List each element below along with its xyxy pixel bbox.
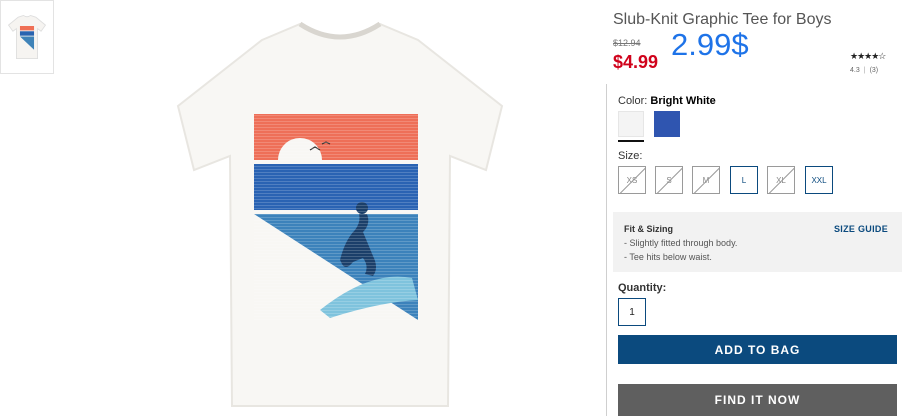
- fit-detail-line: - Slightly fitted through body.: [624, 238, 738, 248]
- selected-color-name: Bright White: [650, 95, 716, 107]
- color-label: Color: Bright White: [618, 95, 716, 107]
- sale-price: $4.99: [613, 52, 659, 72]
- fit-sizing-title: Fit & Sizing: [624, 224, 673, 234]
- selected-swatch-indicator: [618, 140, 644, 142]
- product-main-image: [176, 21, 504, 407]
- add-to-bag-button[interactable]: ADD TO BAG: [618, 335, 897, 364]
- size-option-m[interactable]: M: [692, 166, 720, 194]
- panel-divider: [606, 84, 607, 416]
- quantity-label: Quantity:: [618, 282, 667, 294]
- color-swatch-bright-white[interactable]: [618, 111, 644, 137]
- size-guide-link[interactable]: SIZE GUIDE: [834, 224, 888, 234]
- rating-stars-icon[interactable]: ★★★★☆: [850, 51, 886, 62]
- rating-count: (3): [869, 67, 879, 74]
- color-label-text: Color:: [618, 95, 648, 107]
- product-thumbnail[interactable]: [0, 0, 54, 74]
- fit-detail-line: - Tee hits below waist.: [624, 252, 712, 262]
- color-swatch-blue[interactable]: [654, 111, 680, 137]
- quantity-input[interactable]: 1: [618, 298, 646, 326]
- size-option-xl[interactable]: XL: [767, 166, 795, 194]
- size-label: Size:: [618, 150, 643, 162]
- original-price: $12.94: [613, 38, 641, 48]
- fit-sizing-panel: Fit & Sizing SIZE GUIDE - Slightly fitte…: [613, 212, 902, 272]
- rating-separator: |: [863, 67, 866, 74]
- rating-summary[interactable]: 4.3 | (3): [850, 67, 878, 74]
- size-option-l[interactable]: L: [730, 166, 758, 194]
- tshirt-thumbnail-image: [7, 14, 47, 59]
- size-option-s[interactable]: S: [655, 166, 683, 194]
- size-option-xxl[interactable]: XXL: [805, 166, 833, 194]
- rating-value: 4.3: [850, 67, 860, 74]
- find-it-now-button[interactable]: FIND IT NOW: [618, 384, 897, 416]
- handwritten-price-annotation: 2.99$: [671, 27, 749, 62]
- size-option-xs[interactable]: XS: [618, 166, 646, 194]
